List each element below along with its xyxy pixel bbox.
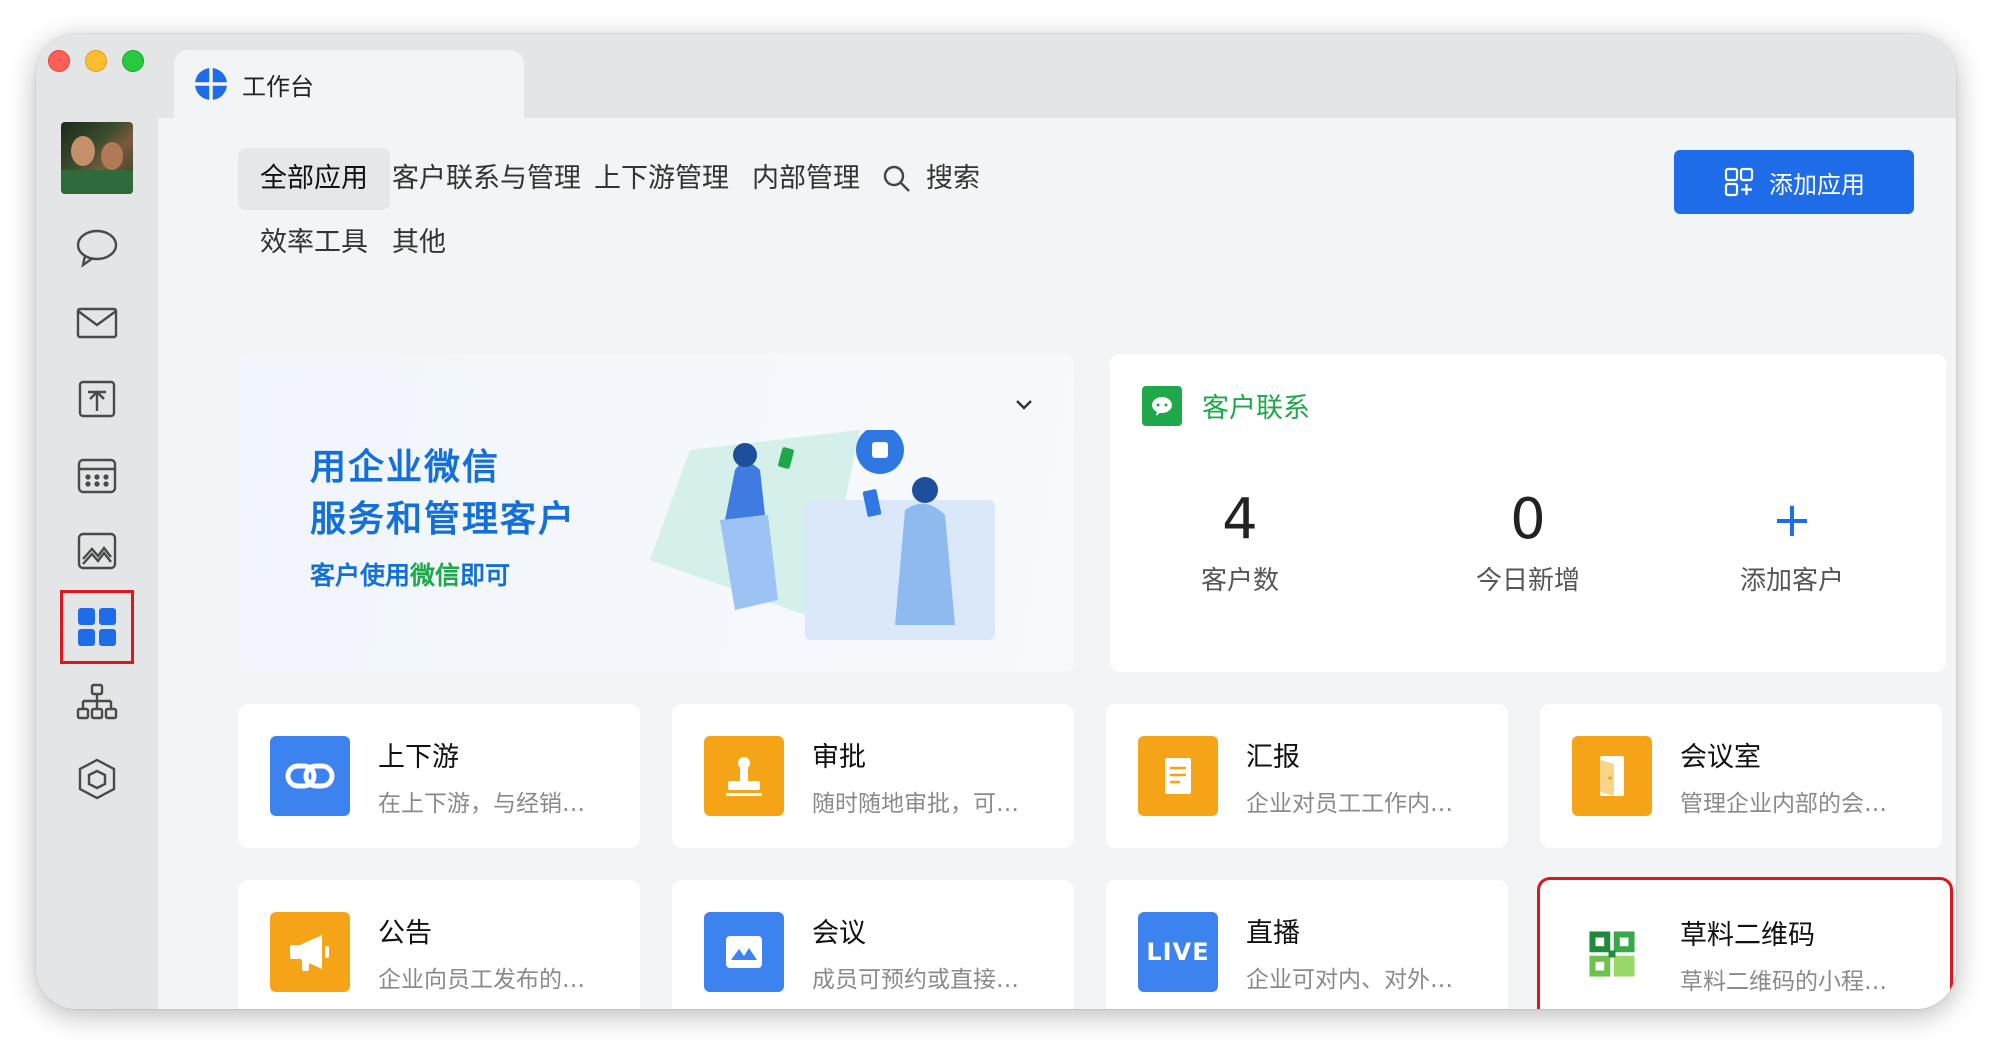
app-card-approval[interactable]: 审批 随时随地审批，可… xyxy=(672,704,1074,848)
wechat-logo-icon xyxy=(1142,386,1182,426)
customer-contact-panel[interactable]: 客户联系 4 客户数 0 今日新增 + 添加客户 xyxy=(1110,354,1946,672)
add-customer-button[interactable]: + 添加客户 xyxy=(1662,484,1922,597)
app-name: 直播 xyxy=(1246,917,1300,949)
app-window: 工作台 全部应用 客户联系与管理 上下游管理 内部管理 搜索 效率工具 其他 添… xyxy=(36,34,1956,1009)
avatar[interactable] xyxy=(61,122,133,194)
door-icon xyxy=(1572,736,1652,816)
close-window-button[interactable] xyxy=(48,50,70,72)
workbench-logo-icon xyxy=(195,68,227,100)
add-app-label: 添加应用 xyxy=(1769,170,1865,199)
stat-customer-count[interactable]: 4 客户数 xyxy=(1110,484,1370,597)
app-name: 审批 xyxy=(812,741,866,773)
app-name: 汇报 xyxy=(1246,741,1300,773)
app-card-meeting[interactable]: 会议 成员可预约或直接… xyxy=(672,880,1074,1009)
banner-illustration xyxy=(650,430,995,640)
customer-panel-title: 客户联系 xyxy=(1202,393,1310,424)
add-app-icon xyxy=(1724,167,1754,197)
more-apps-icon[interactable] xyxy=(62,744,132,814)
tab-bar: 工作台 xyxy=(158,34,1956,118)
minimize-window-button[interactable] xyxy=(85,50,107,72)
app-card-live[interactable]: LIVE 直播 企业可对内、对外… xyxy=(1106,880,1508,1009)
category-upstream[interactable]: 上下游管理 xyxy=(572,148,751,210)
stat-value: 0 xyxy=(1510,487,1546,552)
category-efficiency[interactable]: 效率工具 xyxy=(238,212,390,274)
app-desc: 在上下游，与经销… xyxy=(378,790,585,817)
app-desc: 企业对员工工作内… xyxy=(1246,790,1453,817)
app-card-announcement[interactable]: 公告 企业向员工发布的… xyxy=(238,880,640,1009)
app-desc: 管理企业内部的会… xyxy=(1680,790,1887,817)
app-name: 公告 xyxy=(378,917,432,949)
app-desc: 企业可对内、对外… xyxy=(1246,966,1453,993)
category-other[interactable]: 其他 xyxy=(370,212,468,274)
contacts-org-icon[interactable] xyxy=(62,668,132,738)
calendar-icon[interactable] xyxy=(62,440,132,510)
plus-icon: + xyxy=(1771,492,1813,548)
category-all[interactable]: 全部应用 xyxy=(238,148,390,210)
banner-title-line1: 用企业微信 xyxy=(310,447,501,488)
chat-icon[interactable] xyxy=(62,212,132,282)
app-name: 会议室 xyxy=(1680,741,1761,773)
app-desc: 草料二维码的小程… xyxy=(1680,968,1887,995)
banner-subtitle: 客户使用微信即可 xyxy=(310,561,511,590)
live-icon: LIVE xyxy=(1138,912,1218,992)
workbench-icon[interactable] xyxy=(60,590,134,664)
app-desc: 企业向员工发布的… xyxy=(378,966,585,993)
mail-icon[interactable] xyxy=(62,288,132,358)
category-customer[interactable]: 客户联系与管理 xyxy=(370,148,603,210)
app-card-caoliao-qrcode[interactable]: 草料二维码 草料二维码的小程… xyxy=(1537,877,1953,1009)
app-name: 上下游 xyxy=(378,741,459,773)
link-icon xyxy=(270,736,350,816)
docs-icon[interactable] xyxy=(62,364,132,434)
app-desc: 随时随地审批，可… xyxy=(812,790,1019,817)
app-name: 会议 xyxy=(812,917,866,949)
add-app-button[interactable]: 添加应用 xyxy=(1674,150,1914,214)
app-card-report[interactable]: 汇报 企业对员工工作内… xyxy=(1106,704,1508,848)
app-name: 草料二维码 xyxy=(1680,919,1815,951)
chevron-down-icon[interactable] xyxy=(1012,392,1036,416)
stat-new-today[interactable]: 0 今日新增 xyxy=(1398,484,1658,597)
app-card-upstream[interactable]: 上下游 在上下游，与经销… xyxy=(238,704,640,848)
megaphone-icon xyxy=(270,912,350,992)
workbench-content: 全部应用 客户联系与管理 上下游管理 内部管理 搜索 效率工具 其他 添加应用 … xyxy=(158,118,1956,1009)
live-badge: LIVE xyxy=(1146,938,1210,966)
sidebar xyxy=(36,34,158,1009)
tab-title: 工作台 xyxy=(242,72,314,101)
search-button[interactable]: 搜索 xyxy=(860,148,1002,210)
stat-label: 客户数 xyxy=(1200,566,1279,596)
qrcode-logo-icon xyxy=(1572,914,1652,994)
stat-value: 4 xyxy=(1222,487,1258,552)
search-icon xyxy=(883,165,910,192)
search-label: 搜索 xyxy=(926,163,980,194)
zoom-window-button[interactable] xyxy=(122,50,144,72)
customer-service-banner[interactable]: 用企业微信 服务和管理客户 客户使用微信即可 xyxy=(238,354,1074,672)
stat-label: 添加客户 xyxy=(1739,566,1844,596)
stamp-icon xyxy=(704,736,784,816)
meeting-icon xyxy=(704,912,784,992)
stat-label: 今日新增 xyxy=(1475,566,1580,596)
banner-title-line2: 服务和管理客户 xyxy=(310,499,577,540)
app-card-meeting-room[interactable]: 会议室 管理企业内部的会… xyxy=(1540,704,1942,848)
cloud-drive-icon[interactable] xyxy=(62,516,132,586)
report-icon xyxy=(1138,736,1218,816)
tab-workbench[interactable]: 工作台 xyxy=(174,50,524,118)
app-desc: 成员可预约或直接… xyxy=(812,966,1019,993)
